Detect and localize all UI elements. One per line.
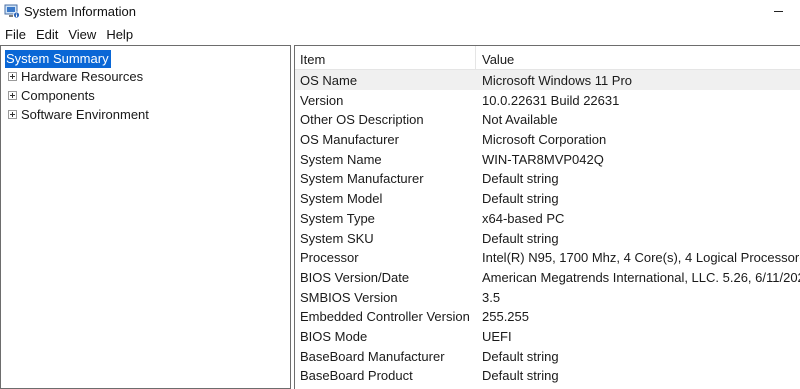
table-row[interactable]: System Name WIN-TAR8MVP042Q xyxy=(295,149,800,169)
tree-item-label: Hardware Resources xyxy=(21,69,144,84)
row-item: BIOS Mode xyxy=(300,328,368,344)
row-value: x64-based PC xyxy=(482,210,565,226)
column-divider[interactable] xyxy=(475,46,476,70)
table-row[interactable]: System Type x64-based PC xyxy=(295,208,800,228)
table-row[interactable]: System SKU Default string xyxy=(295,228,800,248)
row-item: Other OS Description xyxy=(300,112,424,128)
column-header-value[interactable]: Value xyxy=(482,52,514,67)
system-information-icon xyxy=(4,4,20,19)
row-value: Microsoft Windows 11 Pro xyxy=(482,73,633,88)
row-item: System Type xyxy=(300,210,375,226)
title-bar: System Information xyxy=(0,0,800,24)
expand-icon[interactable] xyxy=(8,72,17,81)
row-value: WIN-TAR8MVP042Q xyxy=(482,151,604,167)
row-value: American Megatrends International, LLC. … xyxy=(482,269,800,285)
table-row[interactable]: Processor Intel(R) N95, 1700 Mhz, 4 Core(… xyxy=(295,247,800,267)
column-header-item[interactable]: Item xyxy=(300,52,325,67)
table-row[interactable]: BIOS Mode UEFI xyxy=(295,326,800,346)
menu-view[interactable]: View xyxy=(68,27,96,42)
row-item: System Model xyxy=(300,191,383,207)
tree-item-software-environment[interactable]: Software Environment xyxy=(1,106,290,125)
category-tree[interactable]: System Summary Hardware Resources Compon… xyxy=(0,45,291,389)
window-title: System Information xyxy=(24,4,136,19)
table-row[interactable]: BIOS Version/Date American Megatrends Int… xyxy=(295,267,800,287)
row-item: BaseBoard Product xyxy=(300,368,413,384)
row-value: Not Available xyxy=(482,112,558,128)
row-value: Default string xyxy=(482,171,559,187)
row-value: UEFI xyxy=(482,328,512,344)
table-row[interactable]: OS Name Microsoft Windows 11 Pro xyxy=(295,70,800,90)
row-value: 10.0.22631 Build 22631 xyxy=(482,92,620,108)
row-item: System Manufacturer xyxy=(300,171,424,187)
table-row[interactable]: OS Manufacturer Microsoft Corporation xyxy=(295,129,800,149)
row-value: Default string xyxy=(482,348,559,364)
menu-file[interactable]: File xyxy=(5,27,26,42)
tree-item-hardware-resources[interactable]: Hardware Resources xyxy=(1,68,290,87)
row-value: 255.255 xyxy=(482,309,529,325)
menu-help[interactable]: Help xyxy=(106,27,133,42)
row-item: Processor xyxy=(300,250,359,266)
expand-icon[interactable] xyxy=(8,110,17,119)
table-row[interactable]: System Model Default string xyxy=(295,188,800,208)
table-row[interactable]: Other OS Description Not Available xyxy=(295,109,800,129)
table-row[interactable]: Embedded Controller Version 255.255 xyxy=(295,306,800,326)
row-item: OS Name xyxy=(300,73,358,88)
row-item: Version xyxy=(300,92,344,108)
table-row[interactable]: System Manufacturer Default string xyxy=(295,168,800,188)
table-row[interactable]: BaseBoard Manufacturer Default string xyxy=(295,346,800,366)
row-item: System Name xyxy=(300,151,382,167)
table-row[interactable]: BaseBoard Product Default string xyxy=(295,365,800,385)
tree-item-label: Software Environment xyxy=(21,107,149,122)
row-value: Intel(R) N95, 1700 Mhz, 4 Core(s), 4 Log… xyxy=(482,250,800,266)
row-value: 3.5 xyxy=(482,289,501,305)
menu-edit[interactable]: Edit xyxy=(36,27,58,42)
row-item: Embedded Controller Version xyxy=(300,309,470,325)
column-header-row: Item Value xyxy=(295,46,800,70)
row-item: OS Manufacturer xyxy=(300,132,399,148)
row-item: BIOS Version/Date xyxy=(300,269,410,285)
tree-item-label: Components xyxy=(21,88,95,103)
row-value: Default string xyxy=(482,368,559,384)
menu-bar: File Edit View Help xyxy=(0,24,800,44)
expand-icon[interactable] xyxy=(8,91,17,100)
details-list[interactable]: Item Value OS Name Microsoft Windows 11 P… xyxy=(294,45,800,389)
minimize-icon xyxy=(773,10,783,12)
minimize-button[interactable] xyxy=(770,2,786,20)
tree-item-components[interactable]: Components xyxy=(1,87,290,106)
table-row[interactable]: Version 10.0.22631 Build 22631 xyxy=(295,90,800,110)
row-value: Default string xyxy=(482,191,559,207)
row-item: System SKU xyxy=(300,230,374,246)
table-row[interactable]: SMBIOS Version 3.5 xyxy=(295,287,800,307)
row-item: BaseBoard Manufacturer xyxy=(300,348,445,364)
row-value: Microsoft Corporation xyxy=(482,132,607,148)
tree-item-system-summary[interactable]: System Summary xyxy=(5,50,111,68)
row-item: SMBIOS Version xyxy=(300,289,398,305)
row-value: Default string xyxy=(482,230,559,246)
table-body: OS Name Microsoft Windows 11 Pro Version 10… xyxy=(295,70,800,385)
